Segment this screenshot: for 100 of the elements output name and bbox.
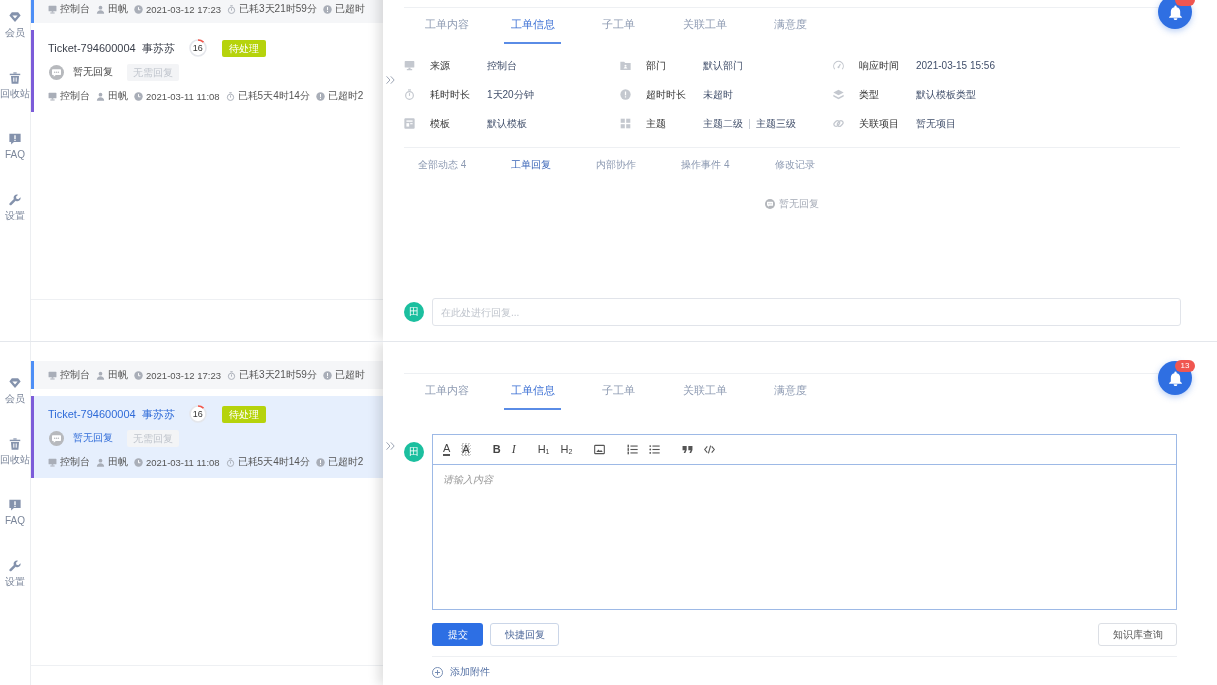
sidebar-item[interactable]: 设置 [0,560,30,588]
created-time: 2021-03-12 17:23 [146,3,221,15]
alert-icon [620,89,631,100]
alert-icon [315,457,325,467]
alert-icon [322,4,332,14]
activity-tab[interactable]: 操作事件 4 [681,158,730,172]
monitor-icon [404,60,415,71]
tab[interactable]: 工单内容 [418,8,475,44]
trash-icon [9,438,21,450]
monitor-icon [48,4,57,14]
activity-tab[interactable]: 全部动态 4 [418,158,467,172]
tab[interactable]: 工单信息 [504,8,561,44]
activity-tab[interactable]: 修改记录 [774,158,815,172]
chat-icon [49,430,64,446]
ticket-number[interactable]: Ticket-794600004 [48,42,136,54]
tab[interactable]: 子工单 [590,374,647,410]
overdue-time: 已超时 [334,368,365,382]
person-icon [96,370,105,380]
knowledge-base-button[interactable]: 知识库查询 [1098,623,1177,646]
folder-icon [620,60,631,71]
source-text: 控制台 [60,455,90,469]
user-avatar: 田 [404,442,424,462]
heading-button[interactable]: H$_{1}$ [537,443,550,456]
stopwatch-icon [227,370,236,380]
numbered-list-icon[interactable] [627,444,639,455]
clock-icon [134,91,143,101]
assignee-name: 田帆 [108,2,128,16]
source-text: 控制台 [60,368,90,382]
sidebar-item[interactable]: FAQ [0,499,30,527]
tab[interactable]: 工单信息 [504,374,561,410]
stopwatch-icon [225,457,235,467]
chat-icon [49,64,64,80]
customer-name: 事苏苏 [141,40,175,56]
field-value: 1天20分钟 [487,87,534,102]
code-icon[interactable] [704,444,716,455]
text-input-field[interactable]: 请输入内容 [432,465,1177,610]
clock-icon [134,4,143,14]
person-icon [96,457,105,467]
ticket-row[interactable]: 控制台 田帆 2021-03-12 17:23 已耗3天21时59分 已超时 [31,0,383,23]
ticket-count: 16 [192,43,203,53]
empty-message: 暂无回复 [779,197,819,211]
field-label: 主题 [646,116,667,131]
assignee-name: 田帆 [108,368,128,382]
tab[interactable]: 关联工单 [676,374,733,410]
italic-button[interactable]: I [511,443,516,456]
tab[interactable]: 满意度 [762,8,819,44]
notification-button[interactable] [1158,0,1192,29]
activity-tab[interactable]: 内部协作 [596,158,637,172]
assignee-name: 田帆 [108,455,128,469]
field-label: 响应时间 [859,58,900,73]
field-value: 2021-03-15 15:56 [916,60,995,71]
tab[interactable]: 子工单 [590,8,647,44]
field-label: 来源 [430,58,451,73]
gauge-icon [833,60,844,71]
diamond-icon [9,11,21,23]
field-value: 默认模板类型 [916,87,976,102]
sidebar-item[interactable]: 设置 [0,194,30,222]
sidebar-item[interactable]: 会员 [0,377,30,405]
tab[interactable]: 满意度 [762,374,819,410]
quote-icon[interactable] [682,444,694,455]
tab[interactable]: 关联工单 [676,8,733,44]
sidebar-item[interactable]: 会员 [0,11,30,39]
font-color-button[interactable]: A [443,443,451,456]
customer-name: 事苏苏 [141,406,175,422]
heading-button[interactable]: H$_{2}$ [560,443,573,456]
wrench-icon [9,560,21,572]
sidebar-item[interactable]: 回收站 [0,72,30,100]
created-time: 2021-03-11 11:08 [146,90,220,102]
field-value: 暂无项目 [916,116,956,131]
alert-icon [315,91,325,101]
field-label: 类型 [859,87,880,102]
field-value: 控制台 [487,58,517,73]
activity-tab[interactable]: 工单回复 [511,158,552,172]
quick-reply-button[interactable]: 快捷回复 [490,623,559,646]
ticket-row[interactable]: 控制台 田帆 2021-03-12 17:23 已耗3天21时59分 已超时 [31,361,383,389]
highlight-button[interactable]: A [461,443,471,456]
ticket-count: 16 [192,409,203,419]
sidebar-item[interactable]: FAQ [0,133,30,161]
overdue-time: 已超时2 [327,455,364,469]
created-time: 2021-03-12 17:23 [146,369,221,381]
tab[interactable]: 工单内容 [418,374,475,410]
wrench-icon [9,194,21,206]
monitor-icon [48,370,57,380]
sidebar-item[interactable]: 回收站 [0,438,30,466]
field-label: 超时时长 [646,87,687,102]
trash-icon [9,72,21,84]
reply-status: 暂无回复 [73,65,113,79]
person-icon [96,4,105,14]
field-value: 默认部门 [703,58,743,73]
field-label: 耗时时长 [430,87,471,102]
image-icon[interactable] [594,444,606,455]
add-attachment-link[interactable]: 添加附件 [432,664,490,680]
monitor-icon [48,91,57,101]
progress-ring [188,405,207,423]
bold-button[interactable]: B [492,443,501,456]
alert-icon [322,370,332,380]
plus-circle-icon [432,666,443,678]
ticket-number[interactable]: Ticket-794600004 [48,408,136,420]
bullet-list-icon[interactable] [649,444,661,455]
submit-button[interactable]: 提交 [432,623,483,646]
